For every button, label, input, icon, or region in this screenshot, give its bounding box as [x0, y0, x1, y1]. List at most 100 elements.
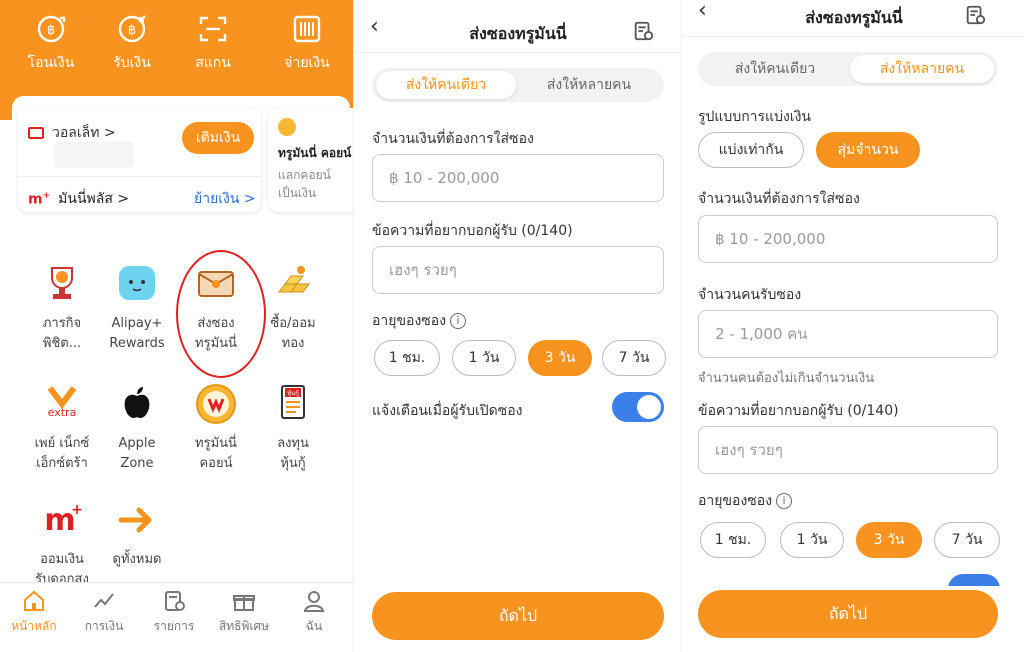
gift-icon [232, 589, 256, 613]
coin-card[interactable]: ทรูมันนี่ คอยน์ แลกคอยน์ เป็นเงิน [268, 108, 353, 212]
tab-single[interactable]: ส่งให้คนเดียว [702, 55, 848, 83]
count-hint: จำนวนคนต้องไม่เกินจำนวนเงิน [698, 371, 875, 386]
notify-label: แจ้งเตือนเมื่อผู้รับเปิดซอง [372, 403, 523, 419]
split-equal-button[interactable]: แบ่งเท่ากัน [698, 132, 804, 168]
transfer-icon: ฿ [36, 14, 66, 44]
nav-home[interactable]: หน้าหลัก [4, 589, 64, 636]
moneyplus-icon: m + [40, 498, 84, 542]
age-option-7d[interactable]: 7 วัน [934, 522, 1000, 558]
receive-icon: ฿ [117, 14, 147, 44]
tab-multi[interactable]: ส่งให้หลายคน [850, 55, 994, 83]
nav-label: หน้าหลัก [11, 619, 57, 633]
scan-icon [198, 14, 228, 44]
transfer-button[interactable]: ฿ โอนเงิน [16, 14, 86, 74]
split-random-button[interactable]: สุ่มจำนวน [816, 132, 920, 168]
grid-label-1: Alipay+ [111, 316, 163, 331]
next-button[interactable]: ถัดไป [698, 590, 998, 638]
tab-multi[interactable]: ส่งให้หลายคน [518, 71, 660, 99]
scan-label: สแกน [195, 55, 231, 71]
nav-profile[interactable]: ฉัน [284, 589, 344, 636]
history-icon[interactable] [964, 4, 986, 30]
grid-label-1: ลงทุน [277, 436, 309, 451]
grid-label-1: ทรูมันนี่ [195, 436, 237, 451]
message-label: ข้อความที่อยากบอกผู้รับ (0/140) [698, 403, 899, 419]
moneyplus-logo-icon: m+ [28, 190, 51, 208]
grid-item-alipay[interactable]: Alipay+ Rewards [97, 262, 177, 354]
moneyplus-link[interactable]: m+ มันนี่พลัส > [28, 188, 129, 210]
nav-finance[interactable]: การเงิน [74, 589, 134, 636]
receive-button[interactable]: ฿ รับเงิน [97, 14, 167, 74]
paynext-extra-icon: extra [40, 382, 84, 426]
info-icon[interactable]: i [776, 493, 793, 509]
grid-label-1: Apple [118, 436, 156, 451]
move-money-link[interactable]: ย้ายเงิน > [194, 188, 256, 210]
grid-label-2: พิชิต... [42, 336, 82, 351]
coin-title: ทรูมันนี่ คอยน์ [278, 146, 352, 160]
nav-privileges[interactable]: สิทธิพิเศษ [214, 589, 274, 636]
transfer-label: โอนเงิน [27, 55, 75, 71]
recipient-type-tabs: ส่งให้คนเดียว ส่งให้หลายคน [372, 68, 664, 102]
nav-history[interactable]: รายการ [144, 589, 204, 636]
nav-label: รายการ [153, 619, 195, 633]
amount-label: จำนวนเงินที่ต้องการใส่ซอง [698, 191, 860, 207]
svg-text:+: + [71, 502, 83, 518]
message-input[interactable]: เฮงๆ รวยๆ [372, 246, 664, 294]
barcode-icon [292, 14, 322, 44]
back-icon[interactable]: ‹ [370, 14, 379, 39]
wallet-card[interactable]: วอลเล็ท > เติมเงิน m+ มันนี่พลัส > ย้ายเ… [18, 108, 261, 212]
tab-single[interactable]: ส่งให้คนเดียว [376, 71, 516, 99]
age-option-7d[interactable]: 7 วัน [602, 340, 666, 376]
next-button[interactable]: ถัดไป [372, 592, 664, 640]
grid-item-truemoney-coin[interactable]: ทรูมันนี่ คอยน์ [176, 382, 256, 474]
grid-label-1: ภารกิจ [42, 316, 82, 331]
send-envelope-multi-screen: ‹ ส่งซองทรูมันนี่ ส่งให้คนเดียว ส่งให้หล… [681, 0, 1024, 652]
nav-label: สิทธิพิเศษ [218, 619, 270, 633]
page-title: ส่งซองทรูมันนี่ [469, 24, 567, 43]
notify-toggle[interactable] [612, 392, 664, 422]
wallet-link[interactable]: วอลเล็ท > [28, 122, 116, 144]
age-option-3d[interactable]: 3 วัน [856, 522, 922, 558]
home-screen: ฿ โอนเงิน ฿ รับเงิน สแกน จ่ายเงิน วอลเล็… [0, 0, 353, 652]
profile-icon [302, 589, 326, 613]
grid-label-1: ดูทั้งหมด [112, 552, 162, 567]
nav-label: ฉัน [305, 619, 323, 633]
home-icon [22, 589, 46, 613]
apple-icon [115, 382, 159, 426]
bond-badge: หุ้นกู้ [287, 390, 299, 397]
scan-button[interactable]: สแกน [178, 14, 248, 74]
grid-item-mission[interactable]: ภารกิจ พิชิต... [22, 262, 102, 354]
gold-bars-icon [271, 262, 315, 306]
grid-item-savings[interactable]: m + ออมเงิน รับดอกสูง [22, 498, 102, 590]
grid-item-apple-zone[interactable]: Apple Zone [97, 382, 177, 474]
age-option-1d[interactable]: 1 วัน [780, 522, 844, 558]
amount-input[interactable]: ฿ 10 - 200,000 [698, 215, 998, 263]
info-icon[interactable]: i [450, 313, 467, 329]
highlight-annotation [176, 250, 266, 378]
count-input[interactable]: 2 - 1,000 คน [698, 310, 998, 358]
grid-label-2: ทอง [281, 336, 305, 351]
topup-button[interactable]: เติมเงิน [182, 122, 254, 154]
age-option-3d[interactable]: 3 วัน [528, 340, 592, 376]
notify-toggle-partial[interactable] [948, 574, 1000, 586]
grid-item-bond[interactable]: หุ้นกู้ ลงทุน หุ้นกู้ [253, 382, 333, 474]
age-label-row: อายุของซอง i [372, 310, 467, 332]
age-option-1h[interactable]: 1 ชม. [374, 340, 440, 376]
history-icon[interactable] [632, 20, 654, 46]
grid-item-see-all[interactable]: ดูทั้งหมด [97, 498, 177, 570]
trophy-icon [40, 262, 84, 306]
grid-label-2: คอยน์ [199, 456, 233, 471]
svg-text:฿: ฿ [128, 23, 136, 38]
grid-item-paynext-extra[interactable]: extra เพย์ เน็กซ์ เอ็กซ์ตร้า [22, 382, 102, 474]
svg-text:฿: ฿ [47, 23, 55, 38]
pay-button[interactable]: จ่ายเงิน [272, 14, 342, 74]
back-icon[interactable]: ‹ [698, 0, 707, 23]
truemoney-coin-icon [194, 382, 238, 426]
age-option-1h[interactable]: 1 ชม. [700, 522, 766, 558]
receive-label: รับเงิน [113, 55, 151, 71]
finance-icon [92, 589, 116, 613]
age-option-1d[interactable]: 1 วัน [452, 340, 516, 376]
history-icon [162, 589, 186, 613]
message-input[interactable]: เฮงๆ รวยๆ [698, 426, 998, 474]
amount-input[interactable]: ฿ 10 - 200,000 [372, 154, 664, 202]
divider [18, 176, 261, 177]
